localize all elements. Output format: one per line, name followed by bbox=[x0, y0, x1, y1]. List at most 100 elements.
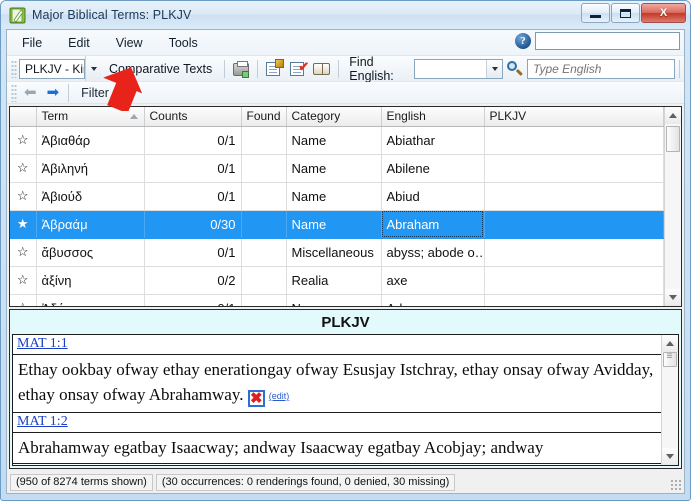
minimize-button[interactable] bbox=[581, 3, 610, 23]
menu-item-file[interactable]: File bbox=[11, 33, 53, 53]
menu-item-view[interactable]: View bbox=[105, 33, 154, 53]
scroll-thumb[interactable] bbox=[665, 126, 680, 152]
cell-found[interactable] bbox=[241, 126, 287, 155]
cell-english[interactable]: Abiathar bbox=[381, 126, 485, 155]
table-row[interactable]: ☆ ἀξίνη 0/2 Realia axe bbox=[10, 266, 664, 295]
cell-english[interactable]: axe bbox=[381, 266, 485, 295]
cell-category[interactable]: Name bbox=[286, 210, 382, 239]
project-combo[interactable]: PLKJV - King Ja bbox=[19, 58, 85, 79]
toolbar-gripper[interactable] bbox=[11, 59, 17, 78]
scroll-track[interactable] bbox=[661, 351, 678, 448]
column-header-star[interactable] bbox=[10, 107, 37, 127]
cell-counts[interactable]: 0/1 bbox=[144, 126, 242, 155]
cell-term[interactable]: Ἀβιούδ bbox=[36, 182, 145, 211]
help-search-input[interactable] bbox=[535, 32, 680, 50]
column-header-term[interactable]: Term bbox=[36, 107, 145, 127]
cell-term[interactable]: Ἀβιαθάρ bbox=[36, 126, 145, 155]
scroll-up-button[interactable] bbox=[664, 107, 681, 124]
cell-counts[interactable]: 0/1 bbox=[144, 238, 242, 267]
table-row[interactable]: ☆ Ἀβιληνή 0/1 Name Abilene bbox=[10, 154, 664, 183]
cell-category[interactable]: Realia bbox=[286, 266, 382, 295]
cell-term[interactable]: ἄβυσσος bbox=[36, 238, 145, 267]
approve-note-icon[interactable]: ✔ bbox=[288, 59, 309, 79]
menu-item-edit[interactable]: Edit bbox=[57, 33, 101, 53]
resize-grip-icon[interactable] bbox=[670, 479, 682, 491]
project-combo-arrow[interactable] bbox=[85, 56, 101, 81]
cell-plkjv[interactable] bbox=[484, 238, 664, 267]
cell-found[interactable] bbox=[241, 182, 287, 211]
cell-plkjv[interactable] bbox=[484, 294, 664, 306]
cell-counts[interactable]: 0/2 bbox=[144, 266, 242, 295]
cell-category[interactable]: Name bbox=[286, 294, 382, 306]
row-star-toggle[interactable]: ☆ bbox=[10, 238, 37, 267]
filter-label[interactable]: Filter bbox=[73, 86, 109, 100]
close-button[interactable]: X bbox=[641, 3, 686, 23]
cell-counts[interactable]: 0/1 bbox=[144, 294, 242, 306]
column-header-found[interactable]: Found bbox=[241, 107, 287, 127]
help-icon[interactable]: ? bbox=[515, 33, 531, 49]
verse-reference-link[interactable]: MAT 1:1 bbox=[13, 335, 661, 355]
cell-found[interactable] bbox=[241, 210, 287, 239]
cell-counts[interactable]: 0/1 bbox=[144, 154, 242, 183]
table-row-selected[interactable]: ★ Ἀβραάμ 0/30 Name Abraham bbox=[10, 210, 664, 239]
cell-english[interactable]: Abraham bbox=[381, 210, 485, 239]
cell-english[interactable]: abyss; abode o… bbox=[381, 238, 485, 267]
row-star-toggle[interactable]: ☆ bbox=[10, 266, 37, 295]
table-row[interactable]: ☆ Ἀδάμ 0/1 Name Adam bbox=[10, 294, 664, 306]
cell-category[interactable]: Name bbox=[286, 126, 382, 155]
scroll-thumb[interactable] bbox=[662, 351, 677, 367]
cell-plkjv[interactable] bbox=[484, 266, 664, 295]
cell-plkjv[interactable] bbox=[484, 126, 664, 155]
find-combo-arrow[interactable] bbox=[486, 59, 502, 78]
menu-item-tools[interactable]: Tools bbox=[158, 33, 209, 53]
verse-text[interactable]: Ethay ookbay ofway ethay enerationgay of… bbox=[13, 355, 661, 413]
row-star-toggle[interactable]: ☆ bbox=[10, 126, 37, 155]
scroll-track[interactable] bbox=[664, 124, 681, 289]
maximize-button[interactable] bbox=[611, 3, 640, 23]
missing-rendering-icon[interactable]: ✖ bbox=[247, 390, 265, 407]
cell-plkjv[interactable] bbox=[484, 210, 664, 239]
row-star-toggle[interactable]: ☆ bbox=[10, 154, 37, 183]
column-header-plkjv[interactable]: PLKJV bbox=[484, 107, 664, 127]
table-row[interactable]: ☆ Ἀβιαθάρ 0/1 Name Abiathar bbox=[10, 126, 664, 155]
row-star-toggle[interactable]: ☆ bbox=[10, 294, 37, 306]
cell-plkjv[interactable] bbox=[484, 182, 664, 211]
cell-found[interactable] bbox=[241, 154, 287, 183]
cell-category[interactable]: Miscellaneous bbox=[286, 238, 382, 267]
toolbar-gripper[interactable] bbox=[11, 83, 17, 102]
comparative-texts-button[interactable]: Comparative Texts bbox=[101, 62, 220, 76]
table-row[interactable]: ☆ Ἀβιούδ 0/1 Name Abiud bbox=[10, 182, 664, 211]
verse-reference-link[interactable]: MAT 1:2 bbox=[13, 413, 661, 433]
cell-counts[interactable]: 0/1 bbox=[144, 182, 242, 211]
cell-plkjv[interactable] bbox=[484, 154, 664, 183]
cell-counts[interactable]: 0/30 bbox=[144, 210, 242, 239]
cell-found[interactable] bbox=[241, 294, 287, 306]
cell-found[interactable] bbox=[241, 266, 287, 295]
row-star-toggle[interactable]: ★ bbox=[10, 210, 37, 239]
cell-category[interactable]: Name bbox=[286, 154, 382, 183]
edit-link[interactable]: (edit) bbox=[269, 391, 290, 401]
edit-note-icon[interactable] bbox=[264, 58, 285, 79]
print-icon[interactable] bbox=[231, 59, 251, 79]
cell-term[interactable]: Ἀβραάμ bbox=[36, 210, 145, 239]
column-header-counts[interactable]: Counts bbox=[144, 107, 242, 127]
cell-english[interactable]: Abilene bbox=[381, 154, 485, 183]
find-english-combo[interactable] bbox=[413, 58, 503, 79]
search-input[interactable] bbox=[527, 58, 675, 79]
table-vertical-scrollbar[interactable] bbox=[664, 107, 681, 306]
cell-found[interactable] bbox=[241, 238, 287, 267]
scroll-down-button[interactable] bbox=[664, 289, 681, 306]
scroll-down-button[interactable] bbox=[661, 448, 678, 465]
verse-text[interactable]: Abrahamway egatbay Isaacway; andway Isaa… bbox=[13, 433, 661, 464]
verse-vertical-scrollbar[interactable] bbox=[661, 335, 678, 465]
cell-english[interactable]: Adam bbox=[381, 294, 485, 306]
cell-english[interactable]: Abiud bbox=[381, 182, 485, 211]
column-header-english[interactable]: English bbox=[381, 107, 485, 127]
cell-term[interactable]: ἀξίνη bbox=[36, 266, 145, 295]
row-star-toggle[interactable]: ☆ bbox=[10, 182, 37, 211]
search-icon[interactable] bbox=[506, 60, 524, 78]
forward-arrow-icon[interactable]: ➡ bbox=[42, 85, 65, 100]
table-row[interactable]: ☆ ἄβυσσος 0/1 Miscellaneous abyss; abode… bbox=[10, 238, 664, 267]
scroll-up-button[interactable] bbox=[661, 335, 678, 352]
cell-category[interactable]: Name bbox=[286, 182, 382, 211]
